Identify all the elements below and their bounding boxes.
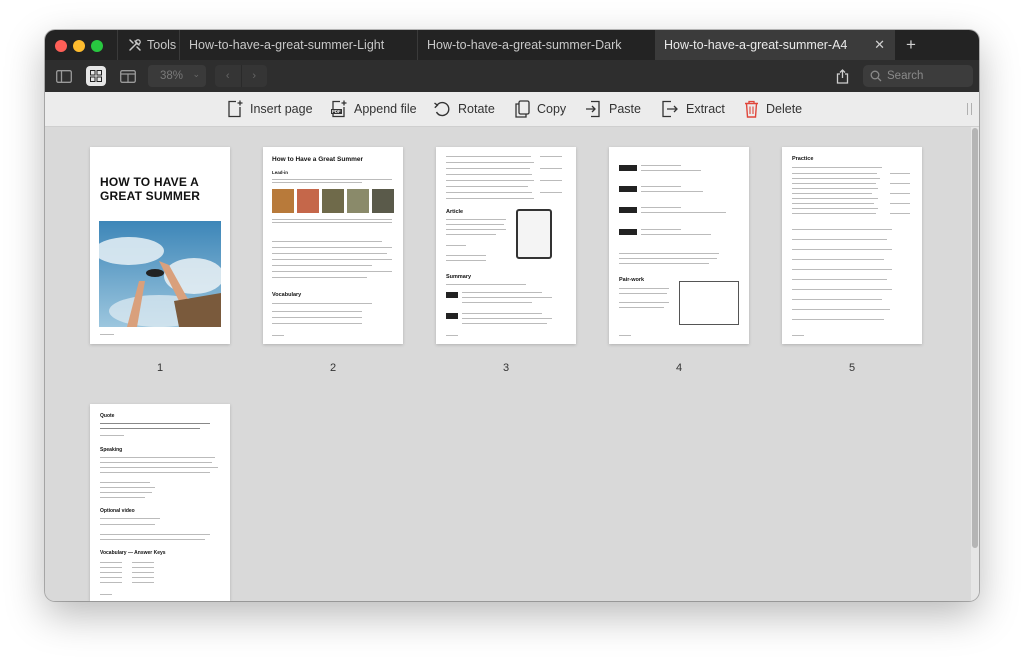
page-1-title-line2: GREAT SUMMER [100,189,201,203]
rotate-label: Rotate [458,102,495,116]
page-3-summary-heading: Summary [446,274,472,280]
page-2-vocab-heading: Vocabulary [272,292,302,298]
page-1-title-line1: HOW TO HAVE A [100,175,200,189]
page-thumbnail-4[interactable]: Pair-work [609,147,749,344]
tab-a4[interactable]: How-to-have-a-great-summer-A4 ✕ [655,30,895,60]
insert-page-button[interactable]: Insert page [227,92,313,126]
page-6-speaking-heading: Speaking [100,447,123,453]
sidebar-icon [56,69,72,83]
paste-icon [586,100,600,118]
page-1-footer [100,334,114,336]
tab-a4-label: How-to-have-a-great-summer-A4 [664,38,848,52]
page-thumbnail-2[interactable]: How to Have a Great Summer Lead-in Vocab… [263,147,403,344]
delete-label: Delete [766,102,803,116]
leadin-photo-3 [322,189,344,213]
page-2-leadin-heading: Lead-in [272,170,289,175]
page-5-practice-heading: Practice [792,156,814,162]
insert-page-label: Insert page [250,102,313,116]
paste-button[interactable]: Paste [585,92,641,126]
grid-view-button[interactable] [86,66,106,86]
search-placeholder: Search [887,70,924,82]
tools-icon [129,39,141,51]
page-navigator: ‹ › [215,65,267,87]
next-page-button[interactable]: › [242,65,268,87]
page-view-button[interactable] [118,66,138,86]
append-file-button[interactable]: PDF Append file [331,92,417,126]
page-6-answer-keys-heading: Vocabulary — Answer Keys [100,550,166,556]
leadin-photo-5 [372,189,394,213]
toolbar-drag-handle[interactable] [967,103,972,115]
page-6-video-heading: Optional video [100,508,135,514]
toolbar: 38% ⌄ ‹ › Search [45,60,979,92]
page-number-3: 3 [502,362,510,374]
app-window: Tools How-to-have-a-great-summer-Light H… [45,30,979,601]
tablet-image [516,209,552,259]
tab-tools[interactable]: Tools [117,30,179,60]
copy-icon [515,100,530,118]
page-thumbnail-5[interactable]: Practice [782,147,922,344]
trash-icon [745,100,758,118]
sidebar-toggle-button[interactable] [54,66,74,86]
close-tab-icon[interactable]: ✕ [874,38,885,51]
previous-page-button[interactable]: ‹ [215,65,242,87]
zoom-window-button[interactable] [91,40,103,52]
page-4-pairwork-heading: Pair-work [619,277,645,283]
pairwork-answer-box [679,281,739,325]
rotate-button[interactable]: Rotate [433,92,495,126]
extract-label: Extract [686,102,725,116]
share-icon [836,68,848,84]
page-3-article-heading: Article [446,209,464,215]
page-2-title: How to Have a Great Summer [272,156,364,163]
page-layout-icon [120,69,136,83]
page-number-2: 2 [329,362,337,374]
page-thumbnail-1[interactable]: HOW TO HAVE A GREAT SUMMER [90,147,230,344]
append-pdf-icon: PDF [331,100,347,118]
tab-dark-label: How-to-have-a-great-summer-Dark [427,38,622,52]
search-field[interactable]: Search [863,65,973,87]
scrollbar-thumb[interactable] [972,128,978,548]
tab-bar: Tools How-to-have-a-great-summer-Light H… [45,30,979,60]
extract-icon [662,100,678,118]
page-actions-bar: Insert page PDF Append file Rotate Copy … [45,92,979,127]
minimize-window-button[interactable] [73,40,85,52]
page-number-4: 4 [675,362,683,374]
append-file-label: Append file [354,102,417,116]
tab-dark[interactable]: How-to-have-a-great-summer-Dark [417,30,655,60]
extract-button[interactable]: Extract [661,92,725,126]
insert-page-icon [228,100,243,118]
svg-text:PDF: PDF [332,109,341,114]
tab-tools-label: Tools [147,38,177,52]
paste-label: Paste [609,102,641,116]
delete-button[interactable]: Delete [744,92,802,126]
page-number-1: 1 [156,362,164,374]
leadin-photo-2 [297,189,319,213]
page-thumbnail-6[interactable]: Quote Speaking Optional video Vocabulary… [90,404,230,601]
copy-button[interactable]: Copy [515,92,566,126]
page-number-5: 5 [848,362,856,374]
copy-label: Copy [537,102,567,116]
zoom-dropdown[interactable]: 38% ⌄ [148,65,206,87]
tab-light[interactable]: How-to-have-a-great-summer-Light [179,30,417,60]
close-window-button[interactable] [55,40,67,52]
new-tab-button[interactable]: + [901,35,921,55]
leadin-photo-1 [272,189,294,213]
search-icon [870,70,882,82]
share-button[interactable] [832,66,852,86]
page-grid: HOW TO HAVE A GREAT SUMMER How to Have a… [45,127,971,601]
zoom-value: 38% [160,70,184,82]
page-thumbnail-3[interactable]: Article Summary [436,147,576,344]
tab-light-label: How-to-have-a-great-summer-Light [189,38,385,52]
grid-icon [90,70,102,82]
chevron-down-icon: ⌄ [192,69,200,79]
summer-photo [99,221,221,327]
page-6-quote-heading: Quote [100,413,115,419]
rotate-icon [434,101,450,117]
leadin-photo-4 [347,189,369,213]
